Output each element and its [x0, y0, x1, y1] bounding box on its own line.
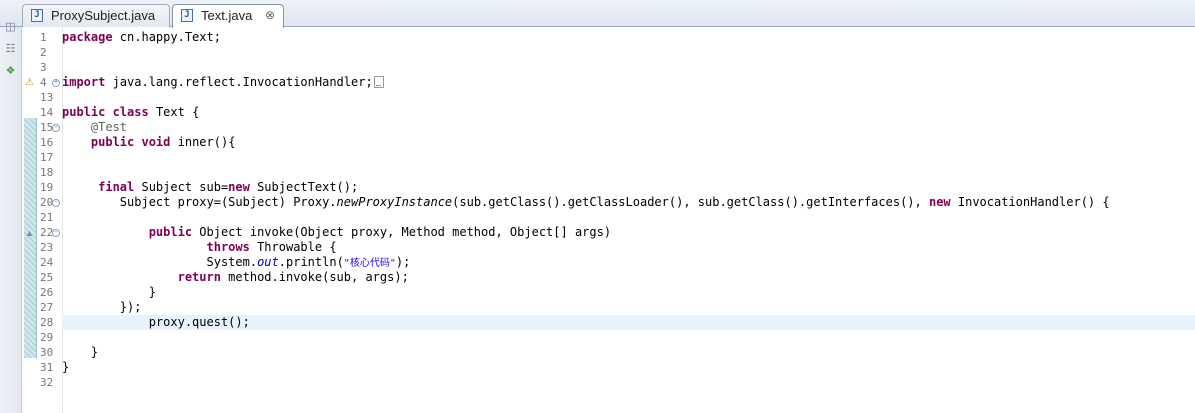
- static-method: newProxyInstance: [336, 195, 453, 209]
- java-file-icon: J: [181, 9, 193, 22]
- code-text: inner(){: [170, 135, 236, 149]
- keyword: return: [62, 270, 221, 284]
- code-line: }: [62, 345, 99, 359]
- code-text: cn.happy.Text;: [112, 30, 221, 44]
- code-text: Subject sub=: [134, 180, 229, 194]
- code-line: proxy.quest();: [62, 315, 250, 329]
- code-line: public class Text {: [62, 105, 1195, 120]
- keyword: final: [62, 180, 135, 194]
- keyword: void: [141, 135, 171, 149]
- tab-label: Text.java: [201, 8, 253, 23]
- keyword: new: [928, 195, 951, 209]
- line-number: 23: [40, 241, 54, 254]
- line-number: 30: [40, 346, 54, 359]
- keyword: throws: [62, 240, 250, 254]
- line-number: 29: [40, 331, 54, 344]
- code-line: package cn.happy.Text;: [62, 30, 1195, 45]
- code-line: throws Throwable {: [62, 240, 1195, 255]
- keyword: package: [62, 30, 113, 44]
- collapse-fold-icon[interactable]: -: [52, 124, 60, 132]
- line-number: 25: [40, 271, 54, 284]
- line-number: 19: [40, 181, 54, 194]
- line-number: 3: [40, 61, 47, 74]
- code-line: }: [62, 285, 156, 299]
- code-text: InvocationHandler() {: [950, 195, 1110, 209]
- keyword: new: [228, 180, 250, 194]
- line-number: 2: [40, 46, 47, 59]
- hierarchy-icon[interactable]: ❖: [4, 65, 17, 78]
- line-number: 14: [40, 106, 54, 119]
- code-text: java.lang.reflect.InvocationHandler;: [105, 75, 373, 89]
- code-text: SubjectText();: [249, 180, 359, 194]
- line-number: 17: [40, 151, 54, 164]
- code-text: );: [395, 255, 411, 269]
- code-line: public Object invoke(Object proxy, Metho…: [62, 225, 1195, 240]
- code-line: public void inner(){: [62, 135, 1195, 150]
- line-number: 21: [40, 211, 54, 224]
- line-number: 24: [40, 256, 54, 269]
- line-number: 16: [40, 136, 54, 149]
- string-literal: "核心代码": [343, 258, 396, 269]
- close-icon[interactable]: ⊗: [265, 5, 275, 26]
- side-toolbar: ◫ ☷ ❖: [0, 21, 22, 413]
- code-line: }: [62, 360, 70, 374]
- collapse-fold-icon[interactable]: -: [52, 229, 60, 237]
- collapsed-imports-icon[interactable]: [373, 76, 384, 88]
- line-number: 31: [40, 361, 54, 374]
- code-text: (sub.getClass().getClassLoader(), sub.ge…: [452, 195, 929, 209]
- keyword: public: [62, 105, 106, 119]
- code-line: return method.invoke(sub, args);: [62, 270, 1195, 285]
- keyword: import: [62, 75, 106, 89]
- code-line: import java.lang.reflect.InvocationHandl…: [62, 75, 1195, 90]
- java-file-icon: J: [31, 9, 43, 22]
- keyword: public: [62, 135, 135, 149]
- static-field: out: [257, 255, 279, 269]
- code-text: Subject proxy=(Subject) Proxy.: [62, 195, 337, 209]
- expand-fold-icon[interactable]: +: [52, 79, 60, 87]
- code-text: System.: [62, 255, 258, 269]
- code-text-area[interactable]: package cn.happy.Text; import java.lang.…: [62, 27, 1195, 413]
- tab-proxysubject-java[interactable]: J ProxySubject.java: [22, 4, 170, 27]
- keyword: public: [62, 225, 193, 239]
- code-text: .println(: [278, 255, 344, 269]
- code-editor[interactable]: ⚠ 1 2 3 4 13 14 15 16 17 18 19 20 21 22 …: [22, 27, 1195, 413]
- code-text: method.invoke(sub, args);: [220, 270, 409, 284]
- change-ruler: ⚠: [22, 27, 38, 413]
- line-number: 1: [40, 31, 47, 44]
- line-number: 32: [40, 376, 54, 389]
- tab-text-java[interactable]: J Text.java ⊗: [172, 4, 284, 28]
- code-line: final Subject sub=new SubjectText();: [62, 180, 1195, 195]
- warning-icon[interactable]: ⚠: [25, 78, 35, 88]
- code-text: Object invoke(Object proxy, Method metho…: [192, 225, 612, 239]
- outline-icon[interactable]: ☷: [4, 43, 17, 56]
- code-text: Throwable {: [249, 240, 337, 254]
- code-line: @Test: [62, 120, 1195, 135]
- code-line: Subject proxy=(Subject) Proxy.newProxyIn…: [62, 195, 1195, 210]
- restore-icon[interactable]: ◫: [4, 21, 17, 34]
- line-number: 26: [40, 286, 54, 299]
- tab-label: ProxySubject.java: [51, 8, 156, 23]
- line-number: 18: [40, 166, 54, 179]
- code-line: });: [62, 300, 142, 314]
- override-marker-icon[interactable]: ▲: [23, 227, 36, 240]
- line-number: 27: [40, 301, 54, 314]
- line-number: 13: [40, 91, 54, 104]
- collapse-fold-icon[interactable]: -: [52, 199, 60, 207]
- code-line: System.out.println("核心代码");: [62, 255, 1195, 270]
- code-text: Text {: [148, 105, 200, 119]
- editor-tab-bar: J ProxySubject.java J Text.java ⊗: [0, 0, 1195, 28]
- keyword: class: [112, 105, 149, 119]
- annotation: @Test: [62, 120, 128, 134]
- line-number: 28: [40, 316, 54, 329]
